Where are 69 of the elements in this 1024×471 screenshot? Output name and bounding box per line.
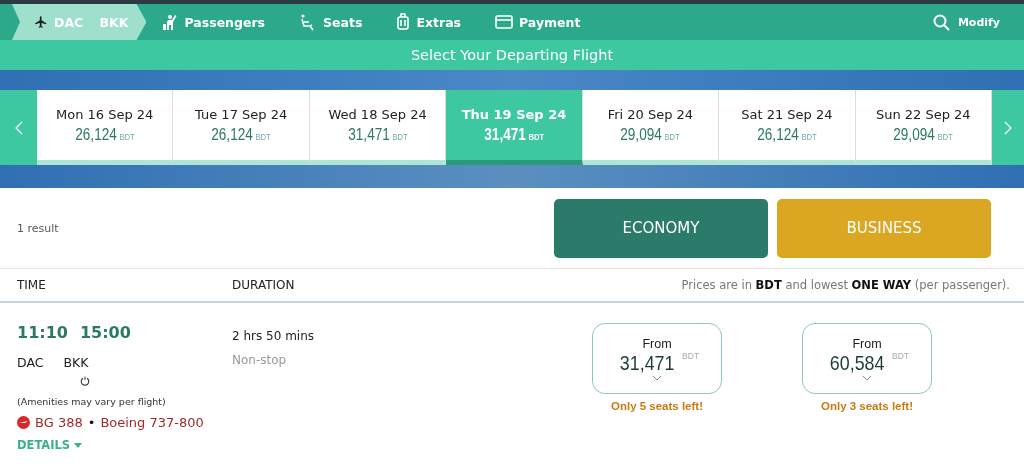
details-link[interactable]: DETAILS — [17, 438, 83, 452]
credit-card-icon — [495, 15, 513, 29]
caret-icon — [74, 442, 83, 448]
from-label: From — [852, 336, 882, 351]
seats-left-warning: Only 5 seats left! — [610, 400, 703, 412]
power-icon — [80, 376, 90, 386]
chevron-left-icon — [14, 120, 23, 135]
flight-duration: 2 hrs 50 mins — [232, 329, 316, 343]
fare-price: 31,471 — [347, 125, 390, 144]
date-label: Thu 19 Sep 24 — [461, 106, 567, 122]
person-waving-icon — [162, 13, 179, 31]
next-button[interactable] — [992, 90, 1024, 165]
currency-label: BDT — [392, 131, 408, 142]
date-label: Mon 16 Sep 24 — [56, 106, 154, 122]
column-header: TIME — [17, 278, 46, 292]
date-label: Fri 20 Sep 24 — [607, 106, 694, 122]
fare-price: 31,471 — [484, 125, 526, 144]
from-label: From — [642, 336, 672, 351]
currency-label: BDT — [892, 350, 910, 361]
currency-label: BDT — [937, 131, 953, 142]
airplane-icon — [34, 15, 48, 29]
fare-price: 29,094 — [620, 125, 663, 144]
fare-price: 31,471 — [619, 350, 675, 375]
fare-price: 29,094 — [893, 125, 936, 144]
currency-label: BDT — [528, 131, 544, 142]
origin-code: DAC — [17, 355, 44, 370]
flight-number: BG 388 — [35, 415, 83, 430]
price-note: Prices are in BDT and lowest ONE WAY (per passenger). — [681, 278, 1010, 292]
result-count: 1 result — [17, 221, 60, 235]
amenities-note: (Amenities may vary per flight) — [17, 396, 167, 407]
fare-price: 26,124 — [211, 125, 253, 144]
cabin-button[interactable]: ECONOMY — [554, 198, 768, 258]
luggage-icon — [396, 13, 411, 31]
fare-option[interactable]: From 31,471 BDT — [592, 323, 722, 394]
date-tab[interactable]: Mon 16 Sep 24 26,124 BDT — [37, 90, 174, 165]
modify-button[interactable]: Modify — [926, 12, 1006, 32]
destination-code: BKK — [63, 355, 89, 370]
column-header: DURATION — [232, 278, 295, 292]
date-tab[interactable]: Fri 20 Sep 24 29,094 BDT — [582, 90, 720, 165]
previous-button[interactable] — [0, 90, 37, 165]
chevron-down-icon — [862, 374, 872, 381]
search-icon — [932, 13, 950, 31]
departure-time: 11:10 — [17, 323, 68, 342]
date-tab[interactable]: Sat 21 Sep 24 26,124 BDT — [719, 90, 856, 165]
date-label: Sat 21 Sep 24 — [741, 106, 833, 122]
date-label: Tue 17 Sep 24 — [195, 106, 288, 122]
aircraft-type: Boeing 737-800 — [100, 415, 204, 430]
date-tab[interactable]: Sun 22 Sep 24 29,094 BDT — [855, 90, 992, 165]
currency-label: BDT — [119, 131, 135, 142]
fare-price: 26,124 — [757, 125, 799, 144]
fare-price: 60,584 — [829, 350, 885, 375]
currency-label: BDT — [682, 350, 700, 361]
currency-label: BDT — [664, 131, 681, 142]
fare-price: 26,124 — [75, 125, 117, 144]
currency-label: BDT — [801, 131, 817, 142]
date-label: Sun 22 Sep 24 — [875, 106, 971, 122]
airline-logo-icon — [17, 416, 30, 429]
separator-dot: • — [87, 415, 96, 430]
chevron-down-icon — [652, 374, 662, 381]
date-tab[interactable]: Wed 18 Sep 24 31,471 BDT — [309, 90, 447, 165]
date-tab[interactable]: Tue 17 Sep 24 26,124 BDT — [173, 90, 310, 165]
arrival-time: 15:00 — [79, 323, 131, 342]
fare-option[interactable]: From 60,584 BDT — [802, 323, 932, 394]
date-label: Wed 18 Sep 24 — [328, 106, 427, 122]
currency-label: BDT — [255, 131, 271, 142]
page-heading: Select Your Departing Flight — [410, 47, 614, 63]
stops-label: Non-stop — [232, 353, 288, 367]
chevron-right-icon — [1004, 120, 1012, 135]
seats-left-warning: Only 3 seats left! — [820, 400, 913, 412]
